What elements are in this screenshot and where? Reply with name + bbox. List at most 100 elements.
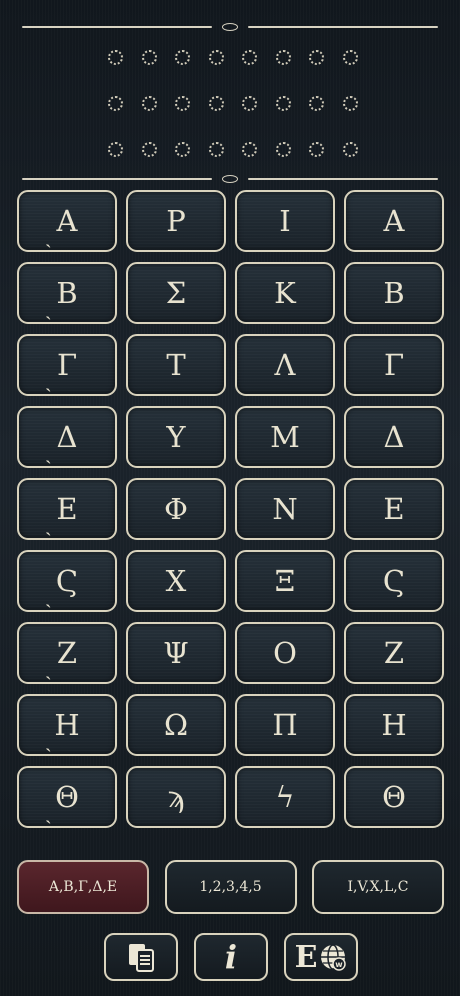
input-slot-dot (275, 96, 291, 111)
key-7-2[interactable]: Ψ (126, 622, 226, 684)
key-7-1[interactable]: Ζˏ (17, 622, 117, 684)
key-8-4[interactable]: Η (344, 694, 444, 756)
input-slot-dot (175, 50, 191, 65)
input-slot-dot (208, 142, 224, 157)
language-web-button[interactable]: E w (284, 933, 358, 981)
key-5-4[interactable]: Ε (344, 478, 444, 540)
key-label: Δ (56, 420, 78, 454)
key-4-4[interactable]: Δ (344, 406, 444, 468)
key-7-3[interactable]: Ο (235, 622, 335, 684)
key-label: Η (381, 708, 407, 742)
key-9-1[interactable]: Θˏ (17, 766, 117, 828)
key-label: Ψ (163, 636, 189, 670)
key-5-3[interactable]: Ν (235, 478, 335, 540)
key-label: Μ (270, 420, 300, 454)
roman-numerals-mode-button[interactable]: Ι,V,X,L,C (312, 860, 444, 914)
key-3-2[interactable]: Τ (126, 334, 226, 396)
key-1-1[interactable]: Αˏ (17, 190, 117, 252)
thousands-mark: ˏ (45, 800, 52, 824)
key-label: Β (383, 276, 405, 310)
input-slot-dot (275, 142, 291, 157)
key-5-2[interactable]: Φ (126, 478, 226, 540)
copy-icon (129, 944, 154, 972)
key-6-3[interactable]: Ξ (235, 550, 335, 612)
key-label: Ε (56, 492, 78, 526)
thousands-mark: ˏ (45, 512, 52, 536)
key-6-4[interactable]: Ϛ (344, 550, 444, 612)
key-label: Λ (274, 348, 296, 382)
key-label: Γ (383, 348, 405, 382)
thousands-mark: ˏ (45, 296, 52, 320)
top-ornament-divider (22, 22, 438, 32)
key-label: Χ (165, 564, 187, 598)
thousands-mark: ˏ (45, 728, 52, 752)
key-1-4[interactable]: Α (344, 190, 444, 252)
key-6-2[interactable]: Χ (126, 550, 226, 612)
key-2-4[interactable]: Β (344, 262, 444, 324)
dot-row-1 (108, 50, 358, 65)
key-label: Η (54, 708, 80, 742)
info-button[interactable]: i (194, 933, 268, 981)
key-2-1[interactable]: Βˏ (17, 262, 117, 324)
input-slot-dot (342, 50, 358, 65)
key-9-2[interactable]: ϡ (126, 766, 226, 828)
key-9-3[interactable]: ϟ (235, 766, 335, 828)
key-label: Ε (383, 492, 405, 526)
thousands-mark: ˏ (45, 368, 52, 392)
input-slot-dot (141, 96, 157, 111)
key-3-3[interactable]: Λ (235, 334, 335, 396)
key-1-2[interactable]: Ρ (126, 190, 226, 252)
key-label: Β (56, 276, 78, 310)
arabic-numerals-mode-button[interactable]: 1,2,3,4,5 (164, 860, 297, 914)
key-4-1[interactable]: Δˏ (17, 406, 117, 468)
key-8-3[interactable]: Π (235, 694, 335, 756)
input-slot-dot (175, 142, 191, 157)
key-2-3[interactable]: Κ (235, 262, 335, 324)
greek-numerals-mode-button[interactable]: Α,Β,Γ,Δ,Ε (17, 860, 149, 914)
input-slot-dot (108, 50, 123, 65)
key-label: Θ (55, 780, 79, 814)
key-4-2[interactable]: Υ (126, 406, 226, 468)
key-3-1[interactable]: Γˏ (17, 334, 117, 396)
key-3-4[interactable]: Γ (344, 334, 444, 396)
input-slot-dot (108, 142, 123, 157)
key-label: Ξ (274, 564, 296, 598)
key-label: Δ (383, 420, 405, 454)
toolbar: i E w (104, 933, 358, 981)
copy-button[interactable] (104, 933, 178, 981)
key-8-1[interactable]: Ηˏ (17, 694, 117, 756)
key-6-1[interactable]: Ϛˏ (17, 550, 117, 612)
input-slot-dot (275, 50, 291, 65)
middle-ornament-divider (22, 174, 438, 184)
key-label: Ν (272, 492, 298, 526)
key-label: Α (56, 204, 78, 238)
thousands-mark: ˏ (45, 224, 52, 248)
input-slot-dot (309, 142, 325, 157)
key-label: Π (272, 708, 298, 742)
input-slot-dot (342, 96, 358, 111)
input-slot-dot (242, 142, 258, 157)
key-8-2[interactable]: Ω (126, 694, 226, 756)
key-9-4[interactable]: Θ (344, 766, 444, 828)
input-slot-dot (108, 96, 123, 111)
input-slot-dot (208, 96, 224, 111)
key-label: ϡ (167, 780, 185, 814)
key-label: Ω (163, 708, 189, 742)
dot-row-3 (108, 142, 358, 157)
key-label: Α (383, 204, 405, 238)
key-5-1[interactable]: Εˏ (17, 478, 117, 540)
key-label: Ρ (166, 204, 186, 238)
key-label: Φ (164, 492, 188, 526)
numeral-converter-app: ΑˏΡΙΑΒˏΣΚΒΓˏΤΛΓΔˏΥΜΔΕˏΦΝΕϚˏΧΞϚΖˏΨΟΖΗˏΩΠΗ… (0, 0, 460, 996)
key-label: ϟ (275, 780, 295, 814)
key-7-4[interactable]: Ζ (344, 622, 444, 684)
key-2-2[interactable]: Σ (126, 262, 226, 324)
key-label: Κ (274, 276, 296, 310)
key-label: Ϛ (382, 564, 406, 598)
thousands-mark: ˏ (45, 440, 52, 464)
key-label: Ζ (383, 636, 405, 670)
key-1-3[interactable]: Ι (235, 190, 335, 252)
input-slot-dot (141, 50, 157, 65)
greek-letter-keypad: ΑˏΡΙΑΒˏΣΚΒΓˏΤΛΓΔˏΥΜΔΕˏΦΝΕϚˏΧΞϚΖˏΨΟΖΗˏΩΠΗ… (17, 190, 444, 828)
key-4-3[interactable]: Μ (235, 406, 335, 468)
